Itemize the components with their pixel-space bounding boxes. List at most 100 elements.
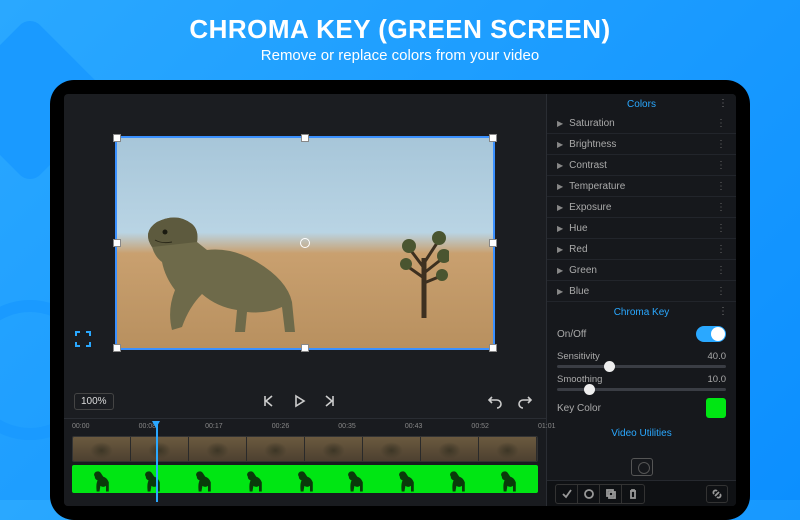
resize-handle[interactable] [489,239,497,247]
ruler-tick: 00:26 [272,423,290,430]
time-ruler[interactable]: 00:0000:0800:1700:2600:3500:4300:5201:01 [72,423,538,433]
sensitivity-slider[interactable] [557,365,726,368]
disclosure-triangle-icon: ▶ [557,161,563,170]
redo-button[interactable] [514,390,536,412]
disclosure-triangle-icon: ▶ [557,182,563,191]
keycolor-row: Key Color [547,393,736,423]
main-column: 100% 00:0000:0800:1700:2600:3500:4300:52… [64,94,546,506]
smoothing-label: Smoothing [557,374,602,385]
play-button[interactable] [288,390,310,412]
resize-handle[interactable] [489,344,497,352]
more-icon[interactable]: ⋮ [716,244,726,255]
timeline-thumbnail[interactable] [479,437,537,461]
center-indicator [300,238,310,248]
resize-handle[interactable] [489,134,497,142]
color-property-row[interactable]: ▶ Green ⋮ [547,260,736,281]
disclosure-triangle-icon: ▶ [557,266,563,275]
color-property-row[interactable]: ▶Brightness⋮ [547,134,736,155]
color-property-row[interactable]: ▶Saturation⋮ [547,113,736,134]
resize-handle[interactable] [113,344,121,352]
more-icon[interactable]: ⋮ [716,265,726,276]
property-label: Blue [569,286,589,297]
utilities-placeholder [547,442,736,480]
preview-canvas[interactable] [115,136,495,350]
property-label: Exposure [569,202,611,213]
smoothing-row: Smoothing 10.0 [547,370,736,393]
slider-knob[interactable] [584,384,595,395]
section-title: Chroma Key [614,307,670,318]
more-icon[interactable]: ⋮ [716,223,726,234]
chroma-frame [83,471,120,493]
sensitivity-row: Sensitivity 40.0 [547,347,736,370]
property-label: Brightness [569,139,616,150]
next-frame-button[interactable] [318,390,340,412]
timeline-thumbnail[interactable] [131,437,189,461]
tree-graphic [399,228,449,318]
chroma-frame [490,471,527,493]
chroma-frame [236,471,273,493]
chroma-toggle[interactable] [696,326,726,342]
colors-section-header: Colors ⋮ [547,94,736,113]
fullscreen-button[interactable] [74,330,92,348]
smoothing-value: 10.0 [708,374,727,385]
tablet-frame: 100% 00:0000:0800:1700:2600:3500:4300:52… [50,80,750,520]
disclosure-triangle-icon: ▶ [557,245,563,254]
sensitivity-value: 40.0 [708,351,727,362]
keycolor-swatch[interactable] [706,398,726,418]
more-icon[interactable]: ⋮ [718,306,728,317]
color-property-row[interactable]: ▶Contrast⋮ [547,155,736,176]
color-property-row[interactable]: ▶ Temperature ⋮ [547,176,736,197]
more-icon[interactable]: ⋮ [716,202,726,213]
camera-icon[interactable] [631,458,653,476]
timeline-thumbnail[interactable] [73,437,131,461]
chroma-frame [134,471,171,493]
timeline[interactable]: 00:0000:0800:1700:2600:3500:4300:5201:01 [64,418,546,506]
resize-handle[interactable] [113,239,121,247]
onoff-label: On/Off [557,329,586,340]
zoom-level[interactable]: 100% [74,393,114,410]
sensitivity-label: Sensitivity [557,351,600,362]
disclosure-triangle-icon: ▶ [557,203,563,212]
chroma-frame [185,471,222,493]
timeline-thumbnail[interactable] [421,437,479,461]
section-title: Colors [627,99,656,110]
color-properties: ▶Saturation⋮▶Brightness⋮▶Contrast⋮▶Tempe… [547,113,736,302]
more-icon[interactable]: ⋮ [716,160,726,171]
inspector-panel: Colors ⋮ ▶Saturation⋮▶Brightness⋮▶Contra… [546,94,736,506]
dinosaur-graphic [137,202,327,342]
ruler-tick: 00:17 [205,423,223,430]
disclosure-triangle-icon: ▶ [557,119,563,128]
chroma-frame [287,471,324,493]
chroma-onoff-row: On/Off [547,321,736,347]
timeline-thumbnail[interactable] [189,437,247,461]
ruler-tick: 00:35 [338,423,356,430]
property-label: Green [569,265,597,276]
color-property-row[interactable]: ▶Hue⋮ [547,218,736,239]
hero-banner: CHROMA KEY (GREEN SCREEN) Remove or repl… [0,0,800,72]
color-property-row[interactable]: ▶Red⋮ [547,239,736,260]
video-track[interactable] [72,436,538,462]
more-icon[interactable]: ⋮ [716,181,726,192]
resize-handle[interactable] [301,344,309,352]
property-label: Temperature [569,181,625,192]
timeline-thumbnail[interactable] [363,437,421,461]
undo-button[interactable] [484,390,506,412]
chroma-track[interactable] [72,465,538,493]
resize-handle[interactable] [301,134,309,142]
chroma-section-header: Chroma Key ⋮ [547,302,736,321]
resize-handle[interactable] [113,134,121,142]
color-property-row[interactable]: ▶ Exposure ⋮ [547,197,736,218]
color-property-row[interactable]: ▶Blue⋮ [547,281,736,302]
more-icon[interactable]: ⋮ [718,98,728,109]
prev-frame-button[interactable] [258,390,280,412]
bottom-toolbar [547,480,736,506]
preview-area [64,94,546,384]
more-icon[interactable]: ⋮ [716,118,726,129]
playhead[interactable] [156,421,158,502]
more-icon[interactable]: ⋮ [716,139,726,150]
section-title: Video Utilities [611,428,671,439]
more-icon[interactable]: ⋮ [716,286,726,297]
timeline-thumbnail[interactable] [247,437,305,461]
smoothing-slider[interactable] [557,388,726,391]
timeline-thumbnail[interactable] [305,437,363,461]
